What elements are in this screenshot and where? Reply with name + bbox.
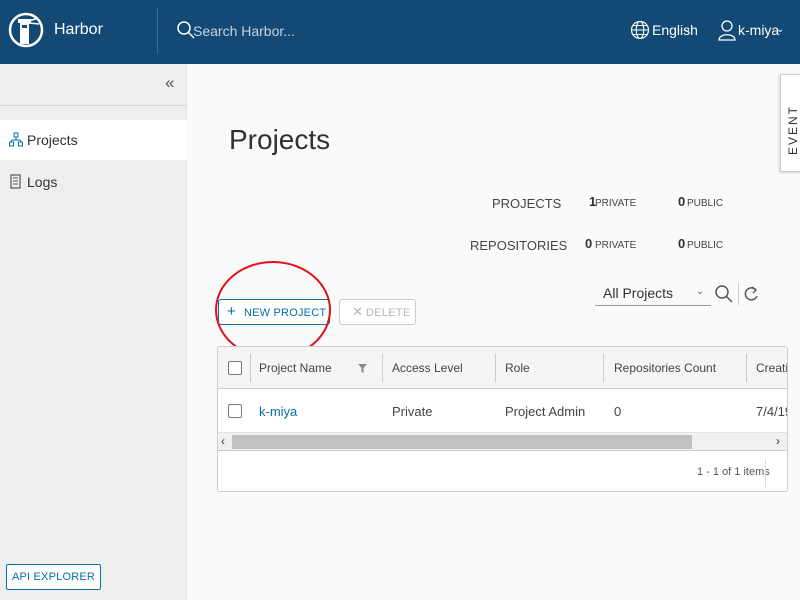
sidebar-item-label: Projects bbox=[27, 132, 78, 148]
harbor-logo-icon[interactable] bbox=[8, 10, 44, 50]
close-icon: ✕ bbox=[352, 304, 363, 319]
table-footer: 1 - 1 of 1 items bbox=[218, 451, 787, 491]
sidebar-item-logs[interactable]: Logs bbox=[0, 162, 187, 202]
filter-icon[interactable] bbox=[358, 364, 367, 373]
global-search-input[interactable]: Search Harbor... bbox=[193, 23, 295, 39]
row-checkbox[interactable] bbox=[228, 404, 242, 418]
scroll-right-icon[interactable]: › bbox=[776, 434, 780, 448]
projects-public-count: 0 bbox=[678, 194, 686, 209]
repositories-summary-label: REPOSITORIES bbox=[470, 238, 568, 253]
sidebar-collapse-bar: « bbox=[0, 64, 187, 106]
project-name-link[interactable]: k-miya bbox=[259, 404, 297, 419]
public-label: PUBLIC bbox=[687, 198, 724, 209]
brand-name[interactable]: Harbor bbox=[54, 21, 103, 39]
scroll-left-icon[interactable]: ‹ bbox=[221, 434, 225, 448]
top-header: Harbor Search Harbor... English ⌄ k-miya… bbox=[0, 0, 800, 64]
horizontal-scrollbar[interactable]: ‹ › bbox=[218, 433, 787, 451]
repositories-count-cell: 0 bbox=[614, 404, 622, 419]
delete-button[interactable]: ✕ DELETE bbox=[339, 299, 416, 325]
role-cell: Project Admin bbox=[505, 404, 586, 419]
chevron-down-icon[interactable]: ⌄ bbox=[776, 24, 784, 35]
refresh-icon[interactable] bbox=[743, 284, 759, 304]
column-header-creation-time[interactable]: Creatio bbox=[756, 361, 787, 375]
public-label: PUBLIC bbox=[687, 240, 724, 251]
sidebar-item-label: Logs bbox=[27, 174, 58, 190]
private-label: PRIVATE bbox=[595, 240, 637, 251]
log-icon bbox=[10, 174, 21, 189]
sitemap-icon bbox=[9, 132, 23, 147]
event-panel-tab[interactable]: EVENT bbox=[780, 74, 800, 172]
annotation-circle bbox=[215, 261, 331, 359]
api-explorer-button[interactable]: API EXPLORER bbox=[6, 564, 101, 590]
event-tab-label: EVENT bbox=[786, 104, 800, 155]
column-header-access-level[interactable]: Access Level bbox=[392, 361, 463, 375]
toolbar-divider bbox=[738, 283, 739, 305]
double-chevron-left-icon[interactable]: « bbox=[165, 73, 174, 93]
chevron-down-icon[interactable]: ⌄ bbox=[683, 24, 691, 35]
page-title: Projects bbox=[229, 124, 331, 155]
globe-icon bbox=[630, 20, 650, 40]
projects-datagrid: Project Name Access Level Role Repositor… bbox=[217, 346, 788, 492]
access-level-cell: Private bbox=[392, 404, 433, 419]
user-menu[interactable]: k-miya bbox=[738, 22, 779, 38]
column-header-repositories-count[interactable]: Repositories Count bbox=[614, 361, 716, 375]
projects-summary-label: PROJECTS bbox=[492, 196, 562, 211]
column-header-project-name[interactable]: Project Name bbox=[259, 361, 332, 375]
header-divider bbox=[157, 8, 158, 54]
user-icon bbox=[718, 20, 736, 41]
search-icon[interactable] bbox=[714, 284, 734, 304]
project-filter-select[interactable]: All Projects ⌄ bbox=[595, 281, 711, 306]
creation-time-cell: 7/4/19 bbox=[756, 404, 787, 419]
sidebar-item-projects[interactable]: Projects bbox=[0, 120, 187, 160]
column-header-role[interactable]: Role bbox=[505, 361, 530, 375]
sidebar: « Projects Logs API EXPLORER bbox=[0, 64, 187, 600]
chevron-down-icon: ⌄ bbox=[696, 286, 705, 297]
pagination-summary: 1 - 1 of 1 items bbox=[697, 466, 770, 478]
table-row[interactable]: k-miya Private Project Admin 0 7/4/19 bbox=[218, 389, 787, 433]
select-all-checkbox[interactable] bbox=[228, 361, 242, 375]
private-label: PRIVATE bbox=[595, 198, 637, 209]
repos-public-count: 0 bbox=[678, 236, 686, 251]
scroll-thumb[interactable] bbox=[232, 435, 692, 449]
repos-private-count: 0 bbox=[585, 236, 593, 251]
table-header: Project Name Access Level Role Repositor… bbox=[218, 347, 787, 389]
